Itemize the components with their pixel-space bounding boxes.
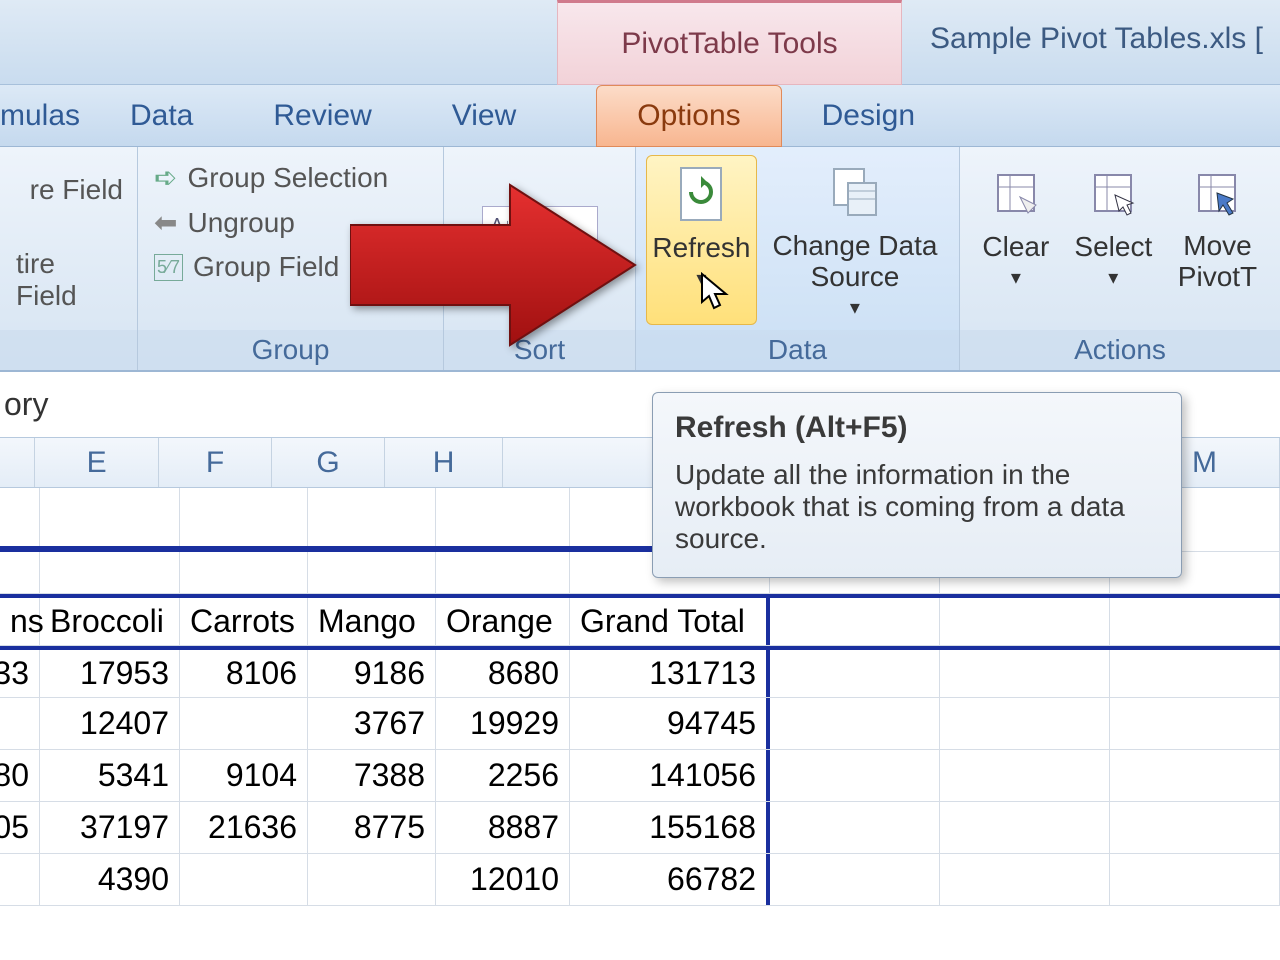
chevron-down-icon: ▾ <box>850 295 860 320</box>
move-icon <box>1187 163 1247 223</box>
group-label-active-field <box>0 330 137 370</box>
pivot-cell[interactable]: 8106 <box>180 650 308 697</box>
pivot-header: Grand Total <box>570 598 770 645</box>
tab-review[interactable]: Review <box>233 85 411 147</box>
col-header-h[interactable]: H <box>385 438 503 487</box>
group-label-actions: Actions <box>960 330 1280 370</box>
tooltip-refresh: Refresh (Alt+F5) Update all the informat… <box>652 392 1182 578</box>
group-actions: Clear ▾ Select ▾ Move PivotT Actions <box>960 147 1280 370</box>
refresh-label: Refresh <box>652 232 750 264</box>
expand-field-button[interactable]: re Field <box>24 168 129 212</box>
pivot-cell[interactable] <box>180 698 308 749</box>
ribbon-tabstrip: mulas Data Review View Options Design <box>0 85 1280 147</box>
move-label: Move PivotT <box>1165 231 1270 293</box>
group-label-data: Data <box>636 330 959 370</box>
pivot-cell[interactable]: 9104 <box>180 750 308 801</box>
collapse-field-button[interactable]: tire Field <box>10 242 129 318</box>
pivot-cell[interactable]: 2256 <box>436 750 570 801</box>
change-data-source-label: Change Data Source <box>761 231 949 293</box>
col-header-f[interactable]: F <box>159 438 272 487</box>
pivot-cell[interactable]: 3767 <box>308 698 436 749</box>
chevron-down-icon: ▾ <box>1011 265 1021 290</box>
pivot-cell[interactable]: 9186 <box>308 650 436 697</box>
clear-icon <box>986 163 1046 223</box>
arrow-left-icon: ⬅ <box>154 206 177 239</box>
data-source-icon <box>825 163 885 223</box>
pivot-cell[interactable]: 17953 <box>40 650 180 697</box>
mouse-cursor-icon <box>700 272 732 312</box>
col-header-g[interactable]: G <box>272 438 385 487</box>
tab-formulas[interactable]: mulas <box>0 85 90 147</box>
col-header-e[interactable]: E <box>35 438 159 487</box>
arrow-right-icon: ➪ <box>154 161 177 194</box>
move-pivottable-button[interactable]: Move PivotT <box>1165 155 1270 325</box>
pivot-cell[interactable] <box>0 698 40 749</box>
pivot-cell[interactable]: 80 <box>0 750 40 801</box>
pivot-cell[interactable]: 8680 <box>436 650 570 697</box>
instruction-arrow-icon <box>350 180 640 350</box>
pivot-cell[interactable]: 7388 <box>308 750 436 801</box>
pivot-cell[interactable] <box>0 854 40 905</box>
tab-design[interactable]: Design <box>782 85 955 147</box>
tooltip-body: Update all the information in the workbo… <box>675 459 1159 555</box>
pivot-cell[interactable] <box>308 854 436 905</box>
group-active-field: re Field tire Field <box>0 147 138 370</box>
titlebar: PivotTable Tools Sample Pivot Tables.xls… <box>0 0 1280 85</box>
pivot-data-row: 05 37197 21636 8775 8887 155168 <box>0 802 1280 854</box>
pivot-data-row: 12407 3767 19929 94745 <box>0 698 1280 750</box>
pivot-cell[interactable]: 33 <box>0 650 40 697</box>
pivot-cell[interactable] <box>180 854 308 905</box>
pivot-cell[interactable]: 21636 <box>180 802 308 853</box>
pivot-cell[interactable]: 12010 <box>436 854 570 905</box>
document-title: Sample Pivot Tables.xls [ <box>930 22 1263 56</box>
pivot-cell[interactable]: 131713 <box>570 650 770 697</box>
group-data: Refresh ▾ Change Data Source ▾ Data <box>636 147 960 370</box>
select-button[interactable]: Select ▾ <box>1064 155 1163 325</box>
change-data-source-button[interactable]: Change Data Source ▾ <box>761 155 949 325</box>
pivot-header: Carrots <box>180 598 308 645</box>
pivot-cell[interactable]: 05 <box>0 802 40 853</box>
pivot-cell[interactable]: 66782 <box>570 854 770 905</box>
pivot-cell[interactable]: 155168 <box>570 802 770 853</box>
tooltip-title: Refresh (Alt+F5) <box>675 411 1159 445</box>
col-header[interactable] <box>0 438 35 487</box>
pivot-data-row: 80 5341 9104 7388 2256 141056 <box>0 750 1280 802</box>
clear-button[interactable]: Clear ▾ <box>970 155 1062 325</box>
pivot-cell[interactable]: 19929 <box>436 698 570 749</box>
refresh-icon <box>671 164 731 224</box>
pivot-header-row: ns Broccoli Carrots Mango Orange Grand T… <box>0 594 1280 646</box>
ribbon: re Field tire Field ➪ Group Selection ⬅ … <box>0 147 1280 372</box>
clear-label: Clear <box>982 231 1049 263</box>
ungroup-button[interactable]: ⬅ Ungroup <box>148 200 301 245</box>
pivot-header: ns <box>0 598 40 645</box>
formula-bar-text: ory <box>4 386 48 423</box>
pivot-data-row: 33 17953 8106 9186 8680 131713 <box>0 646 1280 698</box>
tab-view[interactable]: View <box>412 85 556 147</box>
select-label: Select <box>1074 231 1152 263</box>
pivot-header: Broccoli <box>40 598 180 645</box>
pivot-cell[interactable]: 12407 <box>40 698 180 749</box>
pivot-cell[interactable]: 141056 <box>570 750 770 801</box>
pivot-header: Mango <box>308 598 436 645</box>
pivot-cell[interactable]: 8887 <box>436 802 570 853</box>
pivot-data-row: 4390 12010 66782 <box>0 854 1280 906</box>
pivot-cell[interactable]: 94745 <box>570 698 770 749</box>
pivot-cell[interactable]: 5341 <box>40 750 180 801</box>
tab-data[interactable]: Data <box>90 85 233 147</box>
chevron-down-icon: ▾ <box>1108 265 1118 290</box>
pivot-cell[interactable]: 8775 <box>308 802 436 853</box>
ungroup-label: Ungroup <box>187 207 294 239</box>
select-icon <box>1083 163 1143 223</box>
calendar-icon: 5⁄7 <box>154 254 183 281</box>
group-field-label: Group Field <box>193 251 339 283</box>
pivot-cell[interactable]: 4390 <box>40 854 180 905</box>
tab-options[interactable]: Options <box>596 85 781 147</box>
contextual-tab-pivottable-tools: PivotTable Tools <box>557 0 902 85</box>
pivot-cell[interactable]: 37197 <box>40 802 180 853</box>
pivot-header: Orange <box>436 598 570 645</box>
group-field-button[interactable]: 5⁄7 Group Field <box>148 245 345 289</box>
